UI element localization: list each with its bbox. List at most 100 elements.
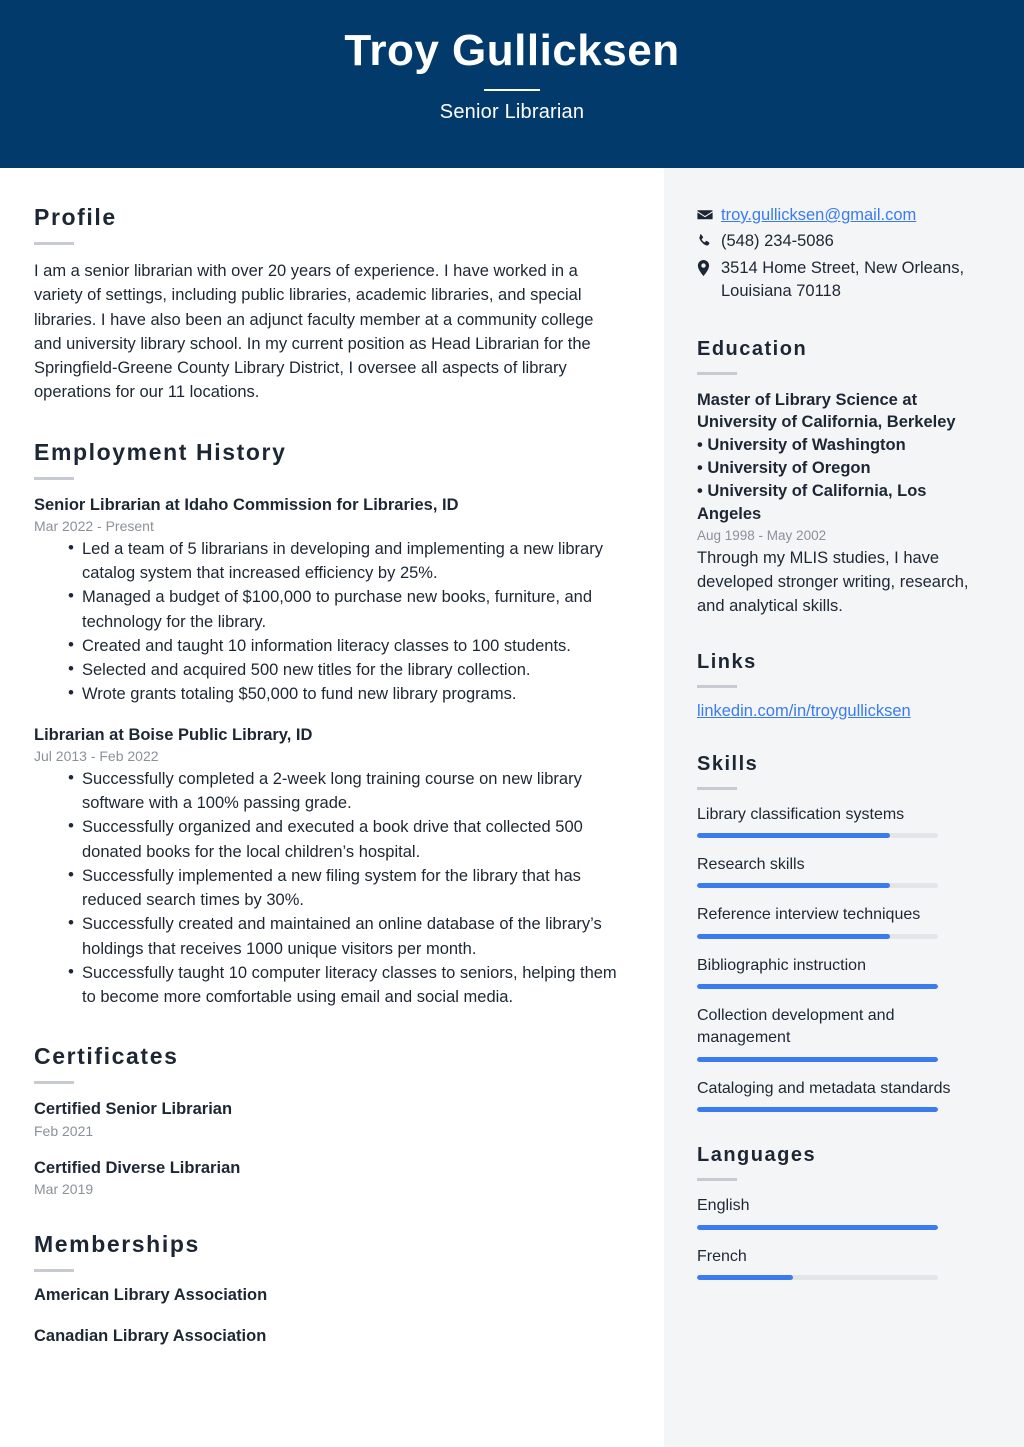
section-profile: Profile I am a senior librarian with ove… bbox=[34, 204, 620, 405]
skill-item: Collection development and management bbox=[697, 1005, 990, 1062]
languages-heading-rule bbox=[697, 1178, 737, 1182]
resume-page: Troy Gullicksen Senior Librarian Profile… bbox=[0, 0, 1024, 1447]
contact-row: (548) 234-5086 bbox=[697, 230, 990, 253]
links-list: linkedin.com/in/troygullicksen bbox=[697, 702, 990, 721]
contact-row: 3514 Home Street, New Orleans, Louisiana… bbox=[697, 257, 990, 304]
candidate-job-title: Senior Librarian bbox=[439, 100, 585, 123]
language-level-fill bbox=[697, 1224, 938, 1230]
skill-level-fill bbox=[697, 1107, 938, 1113]
skill-level-bar bbox=[697, 832, 938, 838]
skill-item: Cataloging and metadata standards bbox=[697, 1078, 990, 1113]
profile-link[interactable]: linkedin.com/in/troygullicksen bbox=[697, 702, 911, 720]
employment-heading: Employment History bbox=[34, 438, 287, 465]
employment-entry-title: Senior Librarian at Idaho Commission for… bbox=[34, 495, 459, 514]
skill-label: Library classification systems bbox=[697, 805, 905, 823]
education-heading-rule bbox=[697, 371, 737, 375]
certificate-title: Certified Diverse Librarian bbox=[34, 1158, 241, 1177]
education-title-line: • University of California, Los Angeles bbox=[697, 481, 927, 523]
skills-heading: Skills bbox=[697, 752, 759, 775]
language-item: French bbox=[697, 1246, 990, 1281]
section-certificates: Certificates Certified Senior Librarian F… bbox=[34, 1043, 620, 1197]
links-heading: Links bbox=[697, 650, 757, 673]
skill-level-fill bbox=[697, 984, 938, 990]
education-title: Master of Library Science at University … bbox=[697, 389, 990, 526]
memberships-heading: Memberships bbox=[34, 1230, 200, 1257]
certificate-item: Certified Diverse Librarian Mar 2019 bbox=[34, 1157, 620, 1197]
language-level-fill bbox=[697, 1275, 794, 1281]
skill-level-fill bbox=[697, 1056, 938, 1062]
memberships-list: American Library Association Canadian Lib… bbox=[34, 1286, 620, 1346]
education-date: Aug 1998 - May 2002 bbox=[697, 528, 827, 544]
profile-text: I am a senior librarian with over 20 yea… bbox=[34, 262, 594, 402]
sidebar-column: troy.gullicksen@gmail.com (548) 234-5086 3… bbox=[664, 168, 1024, 1447]
skill-level-bar bbox=[697, 1056, 938, 1062]
contact-value: (548) 234-5086 bbox=[721, 232, 834, 251]
employment-bullet: Successfully taught 10 computer literacy… bbox=[68, 960, 620, 1010]
section-skills: Skills Library classification systems Res… bbox=[697, 753, 990, 1113]
skill-label: Research skills bbox=[697, 855, 805, 873]
section-education: Education Master of Library Science at U… bbox=[697, 338, 990, 619]
resume-header: Troy Gullicksen Senior Librarian bbox=[0, 0, 1024, 168]
certificate-date: Feb 2021 bbox=[34, 1122, 94, 1139]
membership-item: American Library Association bbox=[34, 1285, 268, 1304]
skill-label: Bibliographic instruction bbox=[697, 956, 866, 974]
contact-value: 3514 Home Street, New Orleans, Louisiana… bbox=[721, 258, 965, 301]
education-heading: Education bbox=[697, 337, 808, 360]
header-divider bbox=[484, 88, 540, 91]
skill-level-bar bbox=[697, 933, 938, 939]
email-link[interactable]: troy.gullicksen@gmail.com bbox=[721, 204, 916, 227]
employment-entry-date: Mar 2022 - Present bbox=[34, 517, 154, 534]
employment-bullet: Managed a budget of $100,000 to purchase… bbox=[68, 584, 620, 634]
skill-item: Reference interview techniques bbox=[697, 904, 990, 939]
section-links: Links linkedin.com/in/troygullicksen bbox=[697, 651, 990, 721]
membership-item: Canadian Library Association bbox=[34, 1326, 267, 1345]
section-employment-history: Employment History Senior Librarian at I… bbox=[34, 439, 620, 1010]
languages-heading: Languages bbox=[697, 1144, 817, 1167]
profile-heading: Profile bbox=[34, 204, 117, 230]
employment-bullet: Successfully completed a 2-week long tra… bbox=[68, 766, 620, 816]
contact-row: troy.gullicksen@gmail.com bbox=[697, 204, 990, 227]
profile-heading-rule bbox=[34, 242, 74, 245]
employment-bullet: Successfully created and maintained an o… bbox=[68, 911, 620, 961]
language-level-bar bbox=[697, 1275, 938, 1281]
language-item: English bbox=[697, 1195, 990, 1230]
certificates-list: Certified Senior Librarian Feb 2021 Certif… bbox=[34, 1098, 620, 1197]
skill-item: Research skills bbox=[697, 854, 990, 889]
skill-level-fill bbox=[697, 883, 890, 889]
employment-bullet: Wrote grants totaling $50,000 to fund ne… bbox=[68, 681, 620, 706]
main-column: Profile I am a senior librarian with ove… bbox=[0, 168, 664, 1447]
resume-body: Profile I am a senior librarian with ove… bbox=[0, 168, 1024, 1447]
certificate-date: Mar 2019 bbox=[34, 1180, 94, 1197]
contact-list: troy.gullicksen@gmail.com (548) 234-5086 3… bbox=[697, 204, 990, 304]
skill-level-bar bbox=[697, 1107, 938, 1113]
skill-level-fill bbox=[697, 832, 890, 838]
certificate-item: Certified Senior Librarian Feb 2021 bbox=[34, 1098, 620, 1138]
skill-label: Collection development and management bbox=[697, 1007, 895, 1047]
language-label: English bbox=[697, 1197, 750, 1215]
education-description: Through my MLIS studies, I have develope… bbox=[697, 549, 969, 615]
employment-list: Senior Librarian at Idaho Commission for… bbox=[34, 494, 620, 1010]
education-title-line: Master of Library Science at University … bbox=[697, 390, 956, 432]
candidate-name: Troy Gullicksen bbox=[344, 26, 680, 75]
certificates-heading: Certificates bbox=[34, 1043, 179, 1070]
phone-icon bbox=[697, 230, 721, 249]
section-languages: Languages English French bbox=[697, 1144, 990, 1281]
employment-bullet: Led a team of 5 librarians in developing… bbox=[68, 536, 620, 586]
skill-level-fill bbox=[697, 933, 890, 939]
employment-bullet: Successfully organized and executed a bo… bbox=[68, 814, 620, 864]
employment-entry-title: Librarian at Boise Public Library, ID bbox=[34, 725, 313, 744]
skill-level-bar bbox=[697, 883, 938, 889]
skill-item: Bibliographic instruction bbox=[697, 955, 990, 990]
employment-entry: Senior Librarian at Idaho Commission for… bbox=[34, 494, 620, 707]
employment-entry-date: Jul 2013 - Feb 2022 bbox=[34, 747, 159, 764]
skills-heading-rule bbox=[697, 786, 737, 790]
employment-bullet-list: Successfully completed a 2-week long tra… bbox=[34, 766, 620, 1010]
employment-bullet: Created and taught 10 information litera… bbox=[68, 633, 620, 658]
language-level-bar bbox=[697, 1224, 938, 1230]
skill-level-bar bbox=[697, 984, 938, 990]
employment-bullet: Selected and acquired 500 new titles for… bbox=[68, 657, 620, 682]
employment-heading-rule bbox=[34, 476, 74, 480]
employment-bullet: Successfully implemented a new filing sy… bbox=[68, 863, 620, 913]
links-heading-rule bbox=[697, 684, 737, 688]
employment-bullet-list: Led a team of 5 librarians in developing… bbox=[34, 536, 620, 707]
